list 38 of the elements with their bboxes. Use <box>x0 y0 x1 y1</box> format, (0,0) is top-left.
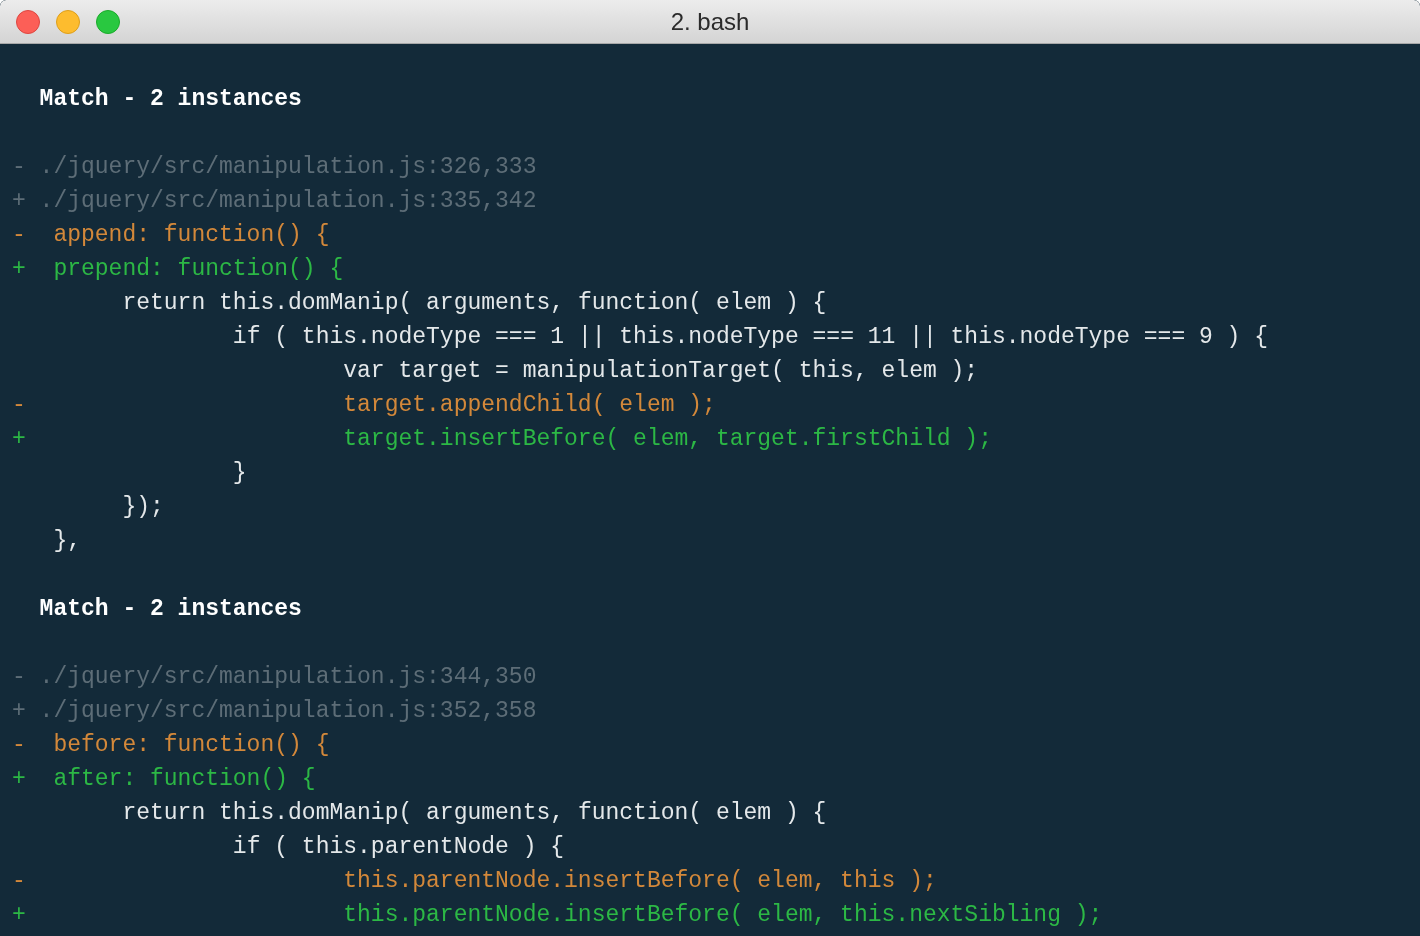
code-line: var target = manipulationTarget( this, elem ); <box>343 358 979 384</box>
diff-marker: - <box>12 154 26 180</box>
code-line: }); <box>122 494 164 520</box>
code-line: target.insertBefore( elem, target.firstChild ); <box>343 426 992 452</box>
diff-marker: + <box>12 256 26 282</box>
close-button[interactable] <box>16 9 40 34</box>
diff-marker: + <box>12 426 26 452</box>
code-line: }, <box>53 528 81 554</box>
code-line: prepend: function() { <box>53 256 344 282</box>
diff-marker: + <box>12 902 26 928</box>
diff-marker: + <box>12 188 26 214</box>
code-line: if ( this.nodeType === 1 || this.nodeType === 11 || this.nodeType === 9 ) { <box>232 324 1268 350</box>
file-path: ./jquery/src/manipulation.js:326,333 <box>39 154 537 180</box>
file-path: ./jquery/src/manipulation.js:344,350 <box>39 664 537 690</box>
code-line: this.parentNode.insertBefore( elem, this ); <box>343 868 937 894</box>
code-line: return this.domManip( arguments, function( elem ) { <box>122 290 827 316</box>
file-path: ./jquery/src/manipulation.js:352,358 <box>39 698 537 724</box>
diff-marker: - <box>12 732 26 758</box>
code-line: append: function() { <box>53 222 330 248</box>
minimize-button[interactable] <box>56 9 80 34</box>
code-line: target.appendChild( elem ); <box>343 392 716 418</box>
diff-marker: - <box>12 222 26 248</box>
diff-marker: - <box>12 868 26 894</box>
diff-marker: - <box>12 392 26 418</box>
code-line: if ( this.parentNode ) { <box>232 834 565 860</box>
diff-marker: + <box>12 698 26 724</box>
code-line: return this.domManip( arguments, function( elem ) { <box>122 800 827 826</box>
diff-marker: + <box>12 766 26 792</box>
match-heading: Match - 2 instances <box>39 596 302 622</box>
code-line: this.parentNode.insertBefore( elem, this.nextSibling ); <box>343 902 1103 928</box>
window-title: 2. bash <box>670 7 750 36</box>
match-heading: Match - 2 instances <box>39 86 302 112</box>
code-line: } <box>232 460 247 486</box>
zoom-button[interactable] <box>96 9 120 34</box>
diff-marker: - <box>12 664 26 690</box>
code-line: after: function() { <box>53 766 316 792</box>
file-path: ./jquery/src/manipulation.js:335,342 <box>39 188 537 214</box>
code-line: before: function() { <box>53 732 330 758</box>
